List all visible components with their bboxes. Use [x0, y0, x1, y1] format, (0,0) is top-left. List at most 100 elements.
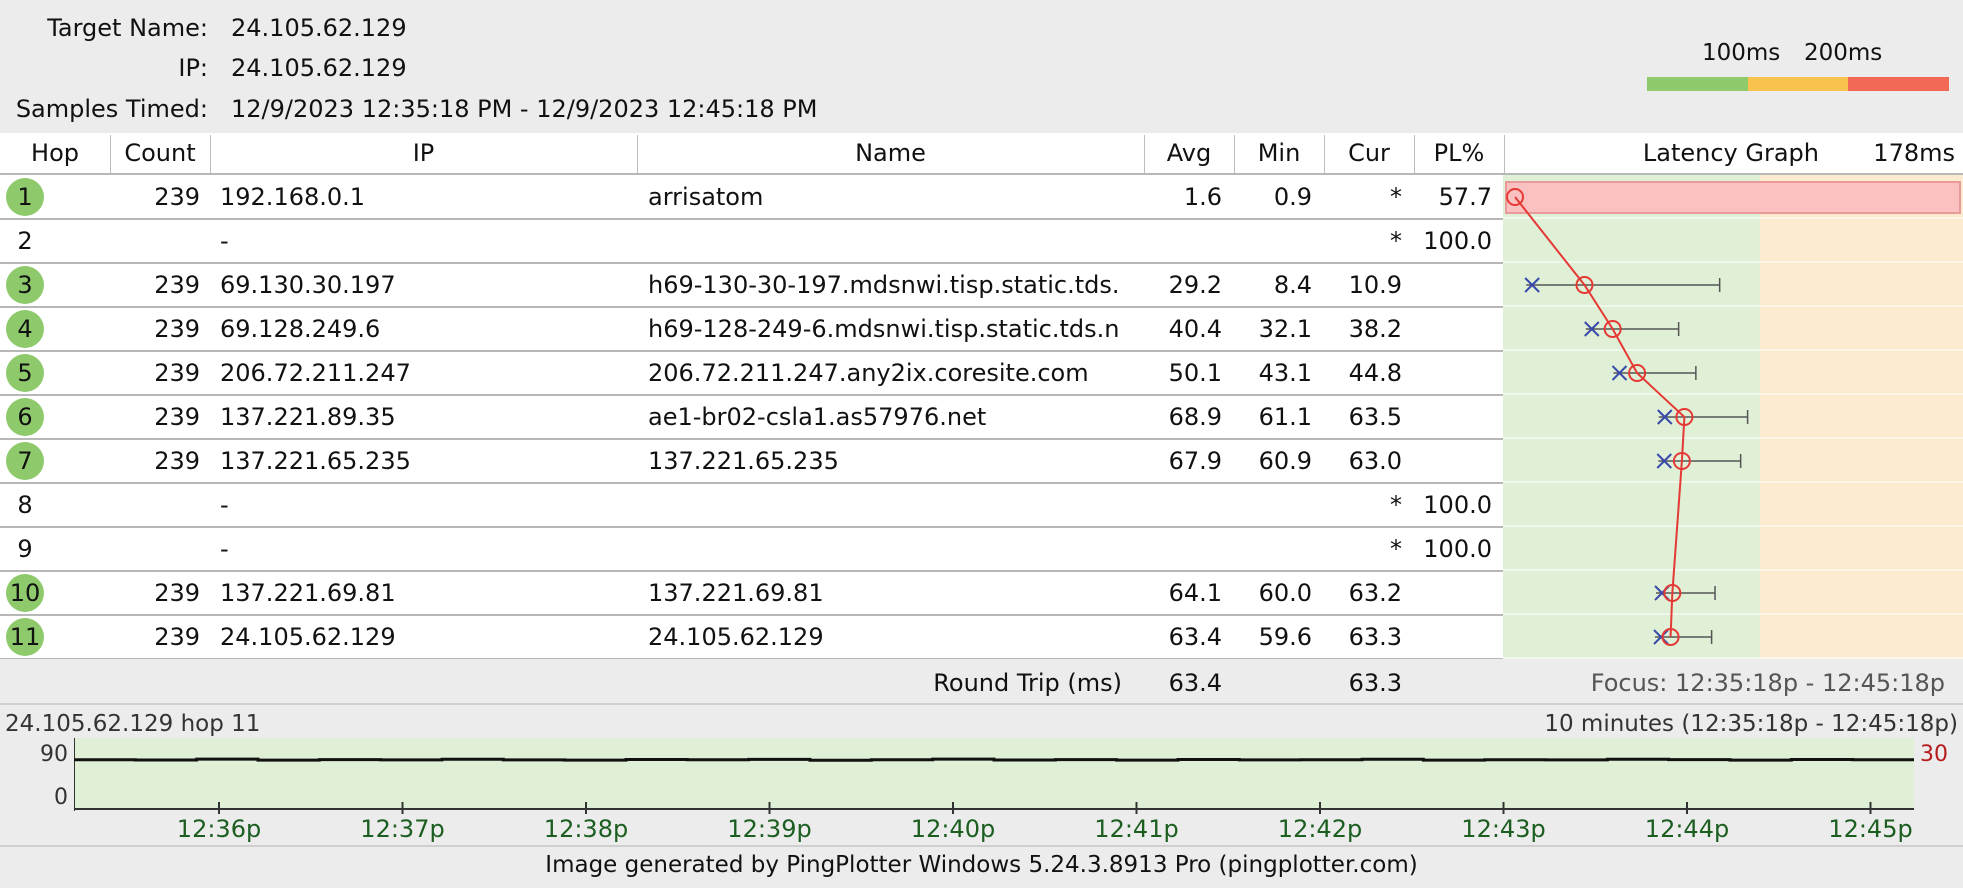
- hop-row[interactable]: 7 239 137.221.65.235 137.221.65.235 67.9 60.9…: [0, 439, 1503, 483]
- hop-number: 5: [6, 354, 44, 392]
- footer-divider: [0, 845, 1963, 847]
- timeline-chart[interactable]: [74, 738, 1914, 816]
- hop-min: 32.1: [1258, 315, 1312, 343]
- hop-ip: 192.168.0.1: [220, 183, 366, 211]
- hop-row[interactable]: 3 239 69.130.30.197 h69-130-30-197.mdsnwi.t…: [0, 263, 1503, 307]
- hop-min: 60.0: [1258, 579, 1312, 607]
- hop-number: 2: [17, 227, 33, 255]
- hop-row[interactable]: 5 239 206.72.211.247 206.72.211.247.any2ix.…: [0, 351, 1503, 395]
- hop-packet-loss: 100.0: [1423, 491, 1492, 519]
- col-name[interactable]: Name: [637, 133, 1144, 173]
- hop-ip: -: [220, 227, 229, 255]
- legend-red-segment: [1848, 77, 1950, 91]
- timeline-tick-label: 12:40p: [910, 815, 996, 843]
- col-count[interactable]: Count: [110, 133, 210, 173]
- hop-ip: 206.72.211.247: [220, 359, 411, 387]
- hop-count: 239: [154, 183, 200, 211]
- hop-hostname: [648, 527, 1138, 571]
- hop-hostname: h69-128-249-6.mdsnwi.tisp.static.tds.n: [648, 315, 1120, 343]
- timeline-right-label: 30: [1920, 742, 1948, 767]
- legend-yellow-segment: [1747, 77, 1849, 91]
- hop-packet-loss: [1414, 439, 1492, 483]
- hop-row[interactable]: 11 239 24.105.62.129 24.105.62.129 63.4 59.6 6…: [0, 615, 1503, 659]
- timeline-tick-label: 12:36p: [176, 815, 262, 843]
- timeline-tick-label: 12:37p: [360, 815, 445, 843]
- hop-packet-loss: 100.0: [1423, 535, 1492, 563]
- target-name-value: 24.105.62.129: [231, 14, 407, 42]
- hop-ip: -: [220, 535, 229, 563]
- round-trip-cur: 63.3: [1348, 669, 1402, 697]
- hop-count: 239: [154, 403, 200, 431]
- hop-packet-loss: [1414, 615, 1492, 659]
- col-cur[interactable]: Cur: [1324, 133, 1414, 173]
- hop-hostname: 137.221.69.81: [648, 579, 824, 607]
- hop-hostname: [648, 483, 1138, 527]
- hop-number: 1: [6, 178, 44, 216]
- timeline-tick-label: 12:39p: [727, 815, 812, 843]
- hop-hostname: 137.221.65.235: [648, 447, 839, 475]
- hop-ip: 69.130.30.197: [220, 271, 396, 299]
- hop-number: 4: [6, 310, 44, 348]
- col-pl[interactable]: PL%: [1414, 133, 1504, 173]
- col-hop[interactable]: Hop: [0, 133, 110, 173]
- hop-ip: 137.221.89.35: [220, 403, 396, 431]
- latency-graph-max: 178ms: [1873, 139, 1955, 167]
- round-trip-label: Round Trip (ms): [933, 669, 1122, 697]
- packet-loss-bar: [1505, 181, 1961, 214]
- hop-cur: 63.3: [1348, 623, 1402, 651]
- col-min[interactable]: Min: [1234, 133, 1324, 173]
- samples-timed-label: Samples Timed:: [15, 95, 208, 123]
- hop-cur: *: [1390, 227, 1402, 255]
- hop-row[interactable]: 4 239 69.128.249.6 h69-128-249-6.mdsnwi.tis…: [0, 307, 1503, 351]
- hop-row[interactable]: 6 239 137.221.89.35 ae1-br02-csla1.as57976.…: [0, 395, 1503, 439]
- col-divider: [1504, 135, 1505, 173]
- timeline-plot-area: [74, 738, 1914, 808]
- hop-row[interactable]: 10 239 137.221.69.81 137.221.69.81 64.1 60.0 6…: [0, 571, 1503, 615]
- hop-hostname: [648, 219, 1138, 263]
- col-divider: [110, 135, 111, 173]
- hop-row[interactable]: 8 - * 100.0: [0, 483, 1503, 527]
- hop-avg: [1144, 219, 1222, 263]
- hop-hostname: 24.105.62.129: [648, 623, 824, 651]
- focus-range: Focus: 12:35:18p - 12:45:18p: [1590, 669, 1945, 697]
- hop-number: 11: [6, 618, 44, 656]
- hop-packet-loss: 100.0: [1423, 227, 1492, 255]
- hop-packet-loss: [1414, 307, 1492, 351]
- hop-hostname: arrisatom: [648, 183, 764, 211]
- col-ip[interactable]: IP: [210, 133, 637, 173]
- hop-hostname: ae1-br02-csla1.as57976.net: [648, 403, 987, 431]
- latency-color-legend: [1647, 77, 1950, 91]
- hop-avg: [1144, 483, 1222, 527]
- hop-avg: 67.9: [1168, 447, 1222, 475]
- hop-row[interactable]: 9 - * 100.0: [0, 527, 1503, 571]
- hop-ip: 24.105.62.129: [220, 623, 396, 651]
- footer-credit: Image generated by PingPlotter Windows 5…: [545, 852, 1418, 878]
- hop-number: 7: [6, 442, 44, 480]
- hop-row[interactable]: 2 - * 100.0: [0, 219, 1503, 263]
- col-avg[interactable]: Avg: [1144, 133, 1234, 173]
- col-divider: [210, 135, 211, 173]
- graph-zone-warn: [1760, 175, 1963, 659]
- hop-hostname: h69-130-30-197.mdsnwi.tisp.static.tds.: [648, 271, 1120, 299]
- hop-count: 239: [154, 447, 200, 475]
- timeline-title: 24.105.62.129 hop 11: [5, 711, 261, 737]
- hop-avg: 29.2: [1168, 271, 1222, 299]
- hop-row[interactable]: 1 239 192.168.0.1 arrisatom 1.6 0.9 * 57.7: [0, 175, 1503, 219]
- hop-hostname: 206.72.211.247.any2ix.coresite.com: [648, 359, 1089, 387]
- hop-number: 9: [17, 535, 33, 563]
- hop-cur: 10.9: [1348, 271, 1402, 299]
- col-divider: [1414, 135, 1415, 173]
- latency-graph[interactable]: [1503, 175, 1963, 659]
- hop-count: 239: [154, 271, 200, 299]
- legend-green-segment: [1647, 77, 1748, 91]
- hop-cur: 63.0: [1348, 447, 1402, 475]
- target-name-label: Target Name:: [47, 14, 208, 42]
- col-latency-graph[interactable]: Latency Graph: [1504, 133, 1819, 173]
- hop-number: 6: [6, 398, 44, 436]
- section-divider: [0, 703, 1963, 705]
- hop-min: 43.1: [1258, 359, 1312, 387]
- y-tick-90: 90: [40, 742, 68, 767]
- hop-cur: 44.8: [1348, 359, 1402, 387]
- hop-min: [1234, 527, 1312, 571]
- timeline-latency-series: [74, 757, 1914, 762]
